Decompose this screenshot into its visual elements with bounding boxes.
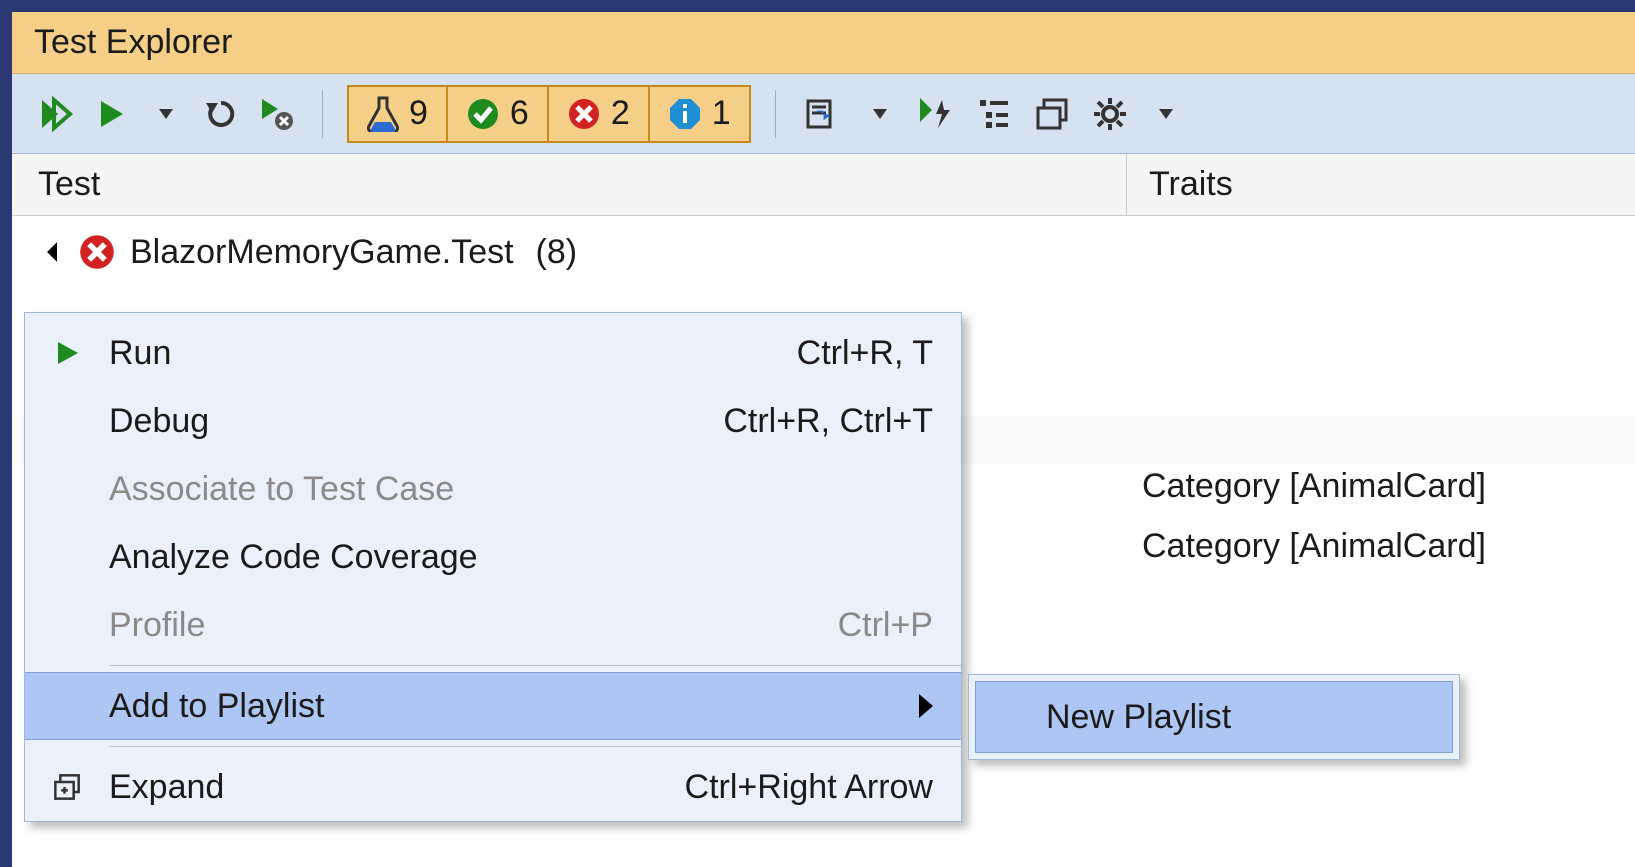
info-tests-button[interactable]: 1 — [650, 87, 749, 141]
expand-collapse-icon[interactable] — [47, 242, 67, 262]
run-all-button[interactable] — [34, 89, 78, 139]
run-all-icon — [38, 96, 74, 132]
menu-item-run-label: Run — [109, 334, 797, 373]
column-header-traits[interactable]: Traits — [1127, 154, 1635, 215]
menu-item-debug[interactable]: Debug Ctrl+R, Ctrl+T — [25, 387, 961, 455]
menu-item-add-to-playlist-label: Add to Playlist — [109, 687, 919, 726]
playlist-button[interactable] — [800, 89, 846, 139]
tree-body: BlazorMemoryGame.Test (8) Category [Anim… — [12, 216, 1635, 288]
column-header-row: Test Traits — [12, 154, 1635, 216]
context-menu: Run Ctrl+R, T Debug Ctrl+R, Ctrl+T Assoc… — [24, 312, 962, 822]
x-circle-icon — [78, 233, 116, 271]
chevron-down-icon — [159, 109, 173, 119]
menu-separator — [109, 746, 961, 747]
toolbar: 9 6 2 — [12, 74, 1635, 154]
menu-item-profile: Profile Ctrl+P — [25, 591, 961, 659]
chevron-down-icon — [873, 109, 887, 119]
play-fail-icon — [260, 97, 294, 131]
tree-root-count: (8) — [536, 233, 578, 272]
window-title: Test Explorer — [34, 23, 232, 62]
column-header-traits-label: Traits — [1149, 165, 1233, 204]
test-counts-group: 9 6 2 — [347, 85, 751, 143]
run-button[interactable] — [92, 89, 132, 139]
menu-item-expand[interactable]: Expand Ctrl+Right Arrow — [25, 753, 961, 821]
failed-tests-button[interactable]: 2 — [549, 87, 650, 141]
group-by-button[interactable] — [972, 89, 1016, 139]
passed-tests-button[interactable]: 6 — [448, 87, 549, 141]
info-tests-count: 1 — [712, 94, 731, 133]
flask-icon — [367, 96, 399, 132]
menu-separator — [109, 665, 961, 666]
columns-button[interactable] — [1030, 89, 1074, 139]
passed-tests-count: 6 — [510, 94, 529, 133]
playlist-dropdown[interactable] — [860, 89, 900, 139]
failed-tests-count: 2 — [611, 94, 630, 133]
total-tests-button[interactable]: 9 — [349, 87, 448, 141]
group-icon — [976, 96, 1012, 132]
check-circle-icon — [466, 97, 500, 131]
play-icon — [54, 340, 80, 366]
column-header-test[interactable]: Test — [12, 154, 1127, 215]
settings-dropdown[interactable] — [1146, 89, 1186, 139]
playlist-icon — [804, 95, 842, 133]
window-frame: Test Explorer — [0, 0, 1635, 867]
traits-column-content: Category [AnimalCard] Category [AnimalCa… — [1142, 456, 1486, 576]
gear-icon — [1092, 96, 1128, 132]
submenu-item-new-playlist-label: New Playlist — [1046, 698, 1231, 737]
menu-item-associate: Associate to Test Case — [25, 455, 961, 523]
tree-root-row[interactable]: BlazorMemoryGame.Test (8) — [12, 216, 1635, 288]
x-circle-icon — [567, 97, 601, 131]
play-icon — [97, 99, 127, 129]
info-octagon-icon — [668, 97, 702, 131]
menu-item-associate-label: Associate to Test Case — [109, 470, 933, 509]
menu-item-expand-label: Expand — [109, 768, 685, 807]
menu-item-profile-shortcut: Ctrl+P — [838, 606, 933, 645]
run-failed-button[interactable] — [256, 89, 298, 139]
menu-item-run[interactable]: Run Ctrl+R, T — [25, 319, 961, 387]
submenu-item-new-playlist[interactable]: New Playlist — [975, 681, 1453, 753]
tree-root-label: BlazorMemoryGame.Test — [130, 233, 514, 272]
menu-item-add-to-playlist[interactable]: Add to Playlist — [25, 672, 961, 740]
menu-item-profile-label: Profile — [109, 606, 838, 645]
settings-button[interactable] — [1088, 89, 1132, 139]
menu-item-expand-shortcut: Ctrl+Right Arrow — [685, 768, 933, 807]
repeat-last-run-button[interactable] — [200, 89, 242, 139]
total-tests-count: 9 — [409, 94, 428, 133]
run-dropdown[interactable] — [146, 89, 186, 139]
menu-item-debug-label: Debug — [109, 402, 723, 441]
expand-icon — [52, 772, 82, 802]
menu-item-debug-shortcut: Ctrl+R, Ctrl+T — [723, 402, 933, 441]
column-header-test-label: Test — [38, 165, 100, 204]
bolt-icon — [918, 96, 954, 132]
title-bar: Test Explorer — [12, 12, 1635, 74]
menu-item-analyze-coverage[interactable]: Analyze Code Coverage — [25, 523, 961, 591]
trait-value: Category [AnimalCard] — [1142, 456, 1486, 516]
submenu-playlist: New Playlist — [968, 674, 1460, 760]
toolbar-separator — [322, 90, 323, 138]
repeat-icon — [204, 97, 238, 131]
live-testing-button[interactable] — [914, 89, 958, 139]
submenu-arrow-icon — [919, 694, 933, 718]
chevron-down-icon — [1159, 109, 1173, 119]
menu-item-run-shortcut: Ctrl+R, T — [797, 334, 933, 373]
toolbar-separator — [775, 90, 776, 138]
menu-item-analyze-label: Analyze Code Coverage — [109, 538, 933, 577]
windows-icon — [1034, 96, 1070, 132]
trait-value: Category [AnimalCard] — [1142, 516, 1486, 576]
